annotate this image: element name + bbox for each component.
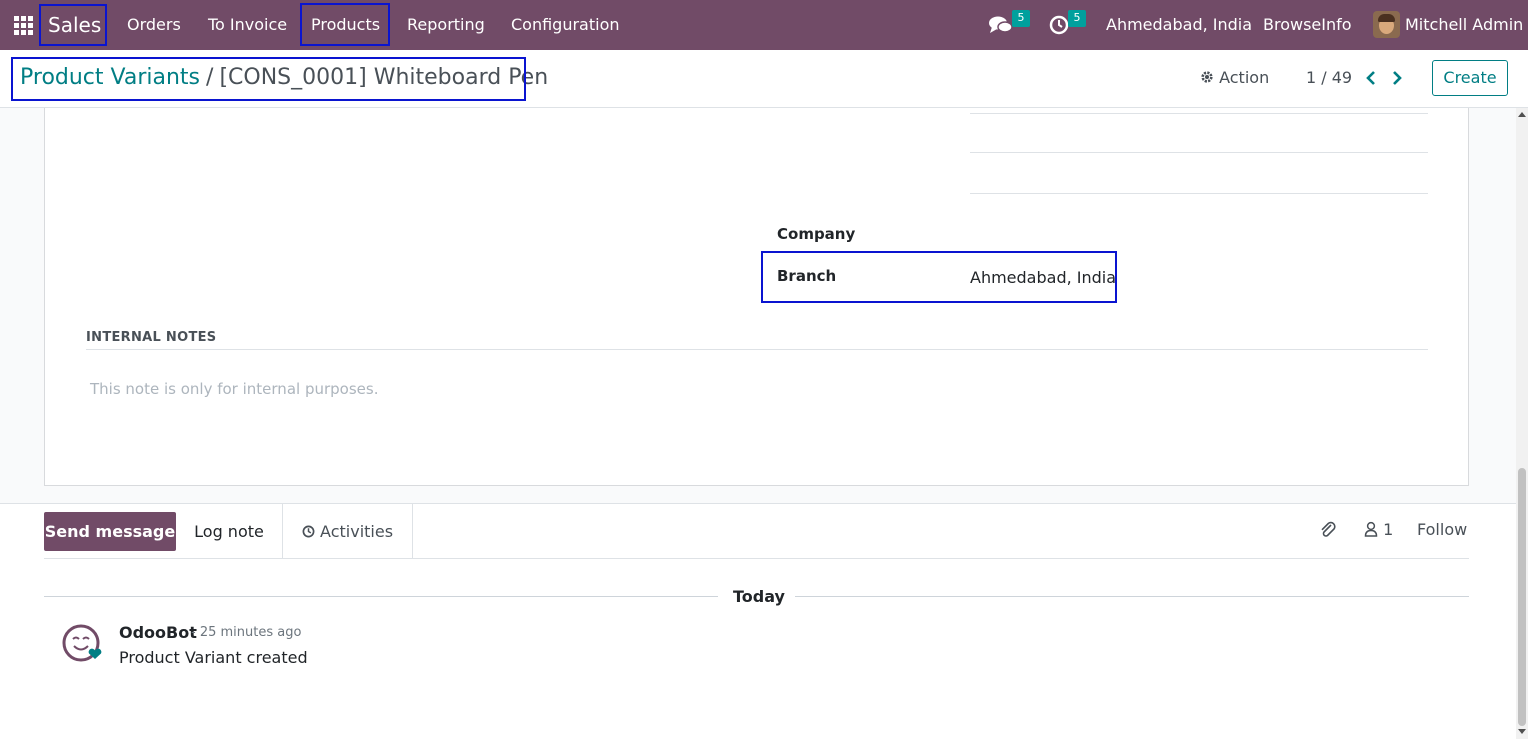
date-separator-line <box>44 596 718 597</box>
followers-count: 1 <box>1383 520 1394 539</box>
control-panel: Product Variants / [CONS_0001] Whiteboard … <box>0 50 1528 108</box>
scroll-down-arrow-icon[interactable] <box>1518 729 1526 734</box>
date-separator: Today <box>733 587 785 606</box>
highlight-box-breadcrumb <box>11 57 526 101</box>
activities-button[interactable]: Activities <box>282 504 413 559</box>
action-menu-button[interactable]: Action <box>1200 68 1269 87</box>
internal-notes-field[interactable]: This note is only for internal purposes. <box>90 380 378 398</box>
highlight-box-sales <box>39 4 107 46</box>
field-divider <box>970 113 1428 114</box>
internal-notes-title: INTERNAL NOTES <box>86 330 217 345</box>
follow-button[interactable]: Follow <box>1417 520 1467 539</box>
activities-label: Activities <box>320 522 394 541</box>
apps-menu-icon[interactable] <box>14 16 33 35</box>
chat-bubbles-icon[interactable] <box>989 15 1013 35</box>
highlight-box-branch <box>761 251 1117 303</box>
field-divider <box>970 152 1428 153</box>
highlight-box-products <box>300 3 390 46</box>
menu-configuration[interactable]: Configuration <box>511 0 620 50</box>
activities-count-badge: 5 <box>1068 10 1086 27</box>
form-sheet <box>44 108 1469 486</box>
message-author[interactable]: OdooBot <box>119 623 197 642</box>
scroll-thumb[interactable] <box>1518 468 1526 726</box>
scroll-up-arrow-icon[interactable] <box>1518 112 1526 117</box>
chatter-divider <box>44 558 1469 559</box>
pager-previous-icon[interactable] <box>1365 70 1377 86</box>
odoobot-avatar-icon <box>62 624 102 662</box>
log-note-button[interactable]: Log note <box>176 512 282 551</box>
pager-value[interactable]: 1 / 49 <box>1306 68 1352 87</box>
field-divider <box>970 193 1428 194</box>
paperclip-icon[interactable] <box>1318 520 1338 540</box>
menu-orders[interactable]: Orders <box>127 0 181 50</box>
message-time: - 25 minutes ago <box>191 625 302 640</box>
company-label: Company <box>777 225 856 243</box>
user-icon <box>1364 521 1378 537</box>
chatter: Send message Log note Activities 1 Follo… <box>0 503 1516 739</box>
gear-icon <box>1201 71 1213 83</box>
user-menu[interactable]: Mitchell Admin <box>1405 0 1523 50</box>
date-separator-line <box>795 596 1469 597</box>
message-body: Product Variant created <box>119 648 308 667</box>
create-button[interactable]: Create <box>1432 60 1508 96</box>
send-message-button[interactable]: Send message <box>44 512 176 551</box>
followers-button[interactable]: 1 <box>1364 520 1393 539</box>
menu-to-invoice[interactable]: To Invoice <box>208 0 287 50</box>
branch-switcher[interactable]: Ahmedabad, India <box>1106 0 1252 50</box>
pager-next-icon[interactable] <box>1391 70 1403 86</box>
messages-count-badge: 5 <box>1012 10 1030 27</box>
user-avatar[interactable] <box>1373 11 1400 38</box>
company-switcher[interactable]: BrowseInfo <box>1263 0 1352 50</box>
clock-icon[interactable] <box>1049 15 1069 35</box>
internal-notes-divider <box>86 349 1428 350</box>
vertical-scrollbar[interactable] <box>1516 108 1528 739</box>
top-navbar: Sales Orders To Invoice Products Reporti… <box>0 0 1528 50</box>
action-label: Action <box>1219 68 1270 87</box>
menu-reporting[interactable]: Reporting <box>407 0 485 50</box>
form-view: Company Branch Ahmedabad, India INTERNAL… <box>0 108 1528 739</box>
clock-icon <box>302 525 315 538</box>
